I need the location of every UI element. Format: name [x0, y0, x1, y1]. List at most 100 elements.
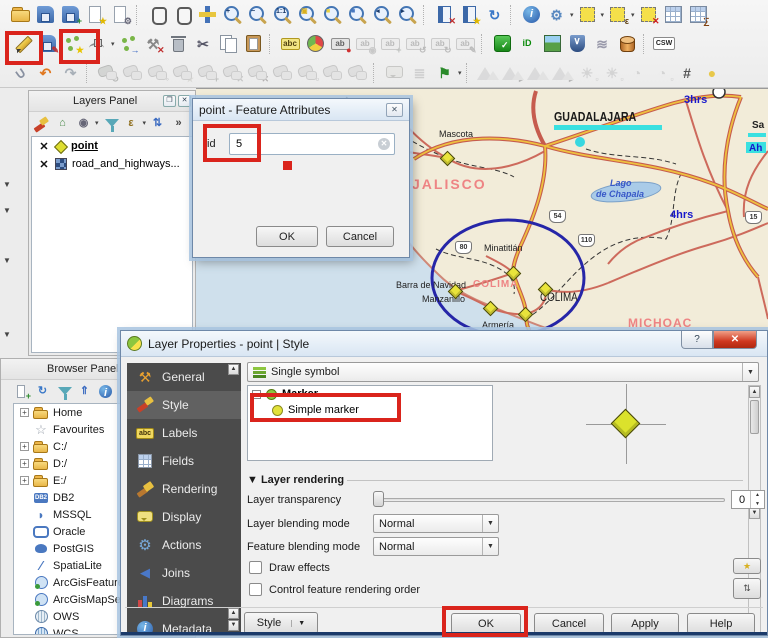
- pin-labels-button[interactable]: ●: [329, 32, 352, 55]
- collapse-all-icon[interactable]: ⇑: [75, 382, 94, 401]
- sidebar-scroll-up2-icon[interactable]: ▲: [228, 608, 239, 619]
- apply-button[interactable]: Apply: [611, 613, 679, 634]
- sidebar-item-display[interactable]: Display: [127, 503, 241, 531]
- transparency-slider[interactable]: [373, 498, 725, 502]
- dropdown-caret-icon[interactable]: ▾: [631, 11, 635, 19]
- raster-plugin-button[interactable]: [541, 32, 564, 55]
- scroll-thumb[interactable]: [750, 400, 759, 434]
- dropdown-caret-icon[interactable]: ▾: [111, 40, 115, 48]
- panel-close-icon[interactable]: ✕: [178, 95, 191, 107]
- refresh-browser-icon[interactable]: ↻: [33, 382, 52, 401]
- plugin-button[interactable]: ✓: [491, 32, 514, 55]
- sidebar-item-style[interactable]: Style: [127, 391, 241, 419]
- flag-tool-button[interactable]: ⚑: [433, 61, 456, 84]
- save-project-as-button[interactable]: +: [59, 3, 82, 26]
- identify-features-button[interactable]: [520, 3, 543, 26]
- filter-legend-icon[interactable]: [101, 114, 120, 133]
- dock-arrow-icon[interactable]: ▼: [3, 206, 11, 215]
- help-button[interactable]: Help: [687, 613, 755, 634]
- zoom-to-selection-button[interactable]: ■: [321, 3, 344, 26]
- style-menu-button[interactable]: Style ▼: [244, 612, 318, 634]
- cancel-button[interactable]: Cancel: [534, 613, 604, 634]
- sidebar-item-rendering[interactable]: Rendering: [127, 475, 241, 503]
- zoom-native-button[interactable]: 1:1: [271, 3, 294, 26]
- manage-map-themes-icon[interactable]: ◉: [74, 114, 93, 133]
- layer-name[interactable]: point: [71, 140, 98, 152]
- open-attribute-table-button[interactable]: [662, 3, 685, 26]
- transparency-slider-handle[interactable]: [373, 491, 384, 507]
- spin-buttons[interactable]: ▲ ▼: [750, 491, 764, 508]
- tree-expander-icon[interactable]: +: [20, 442, 29, 451]
- zoom-out-button[interactable]: −: [246, 3, 269, 26]
- layers-upload-button[interactable]: ≋: [591, 32, 614, 55]
- layer-styling-icon[interactable]: [32, 114, 51, 133]
- tree-expander-icon[interactable]: +: [20, 459, 29, 468]
- feature-ok-button[interactable]: OK: [256, 226, 318, 247]
- zoom-full-button[interactable]: ▣: [296, 3, 319, 26]
- redo-button[interactable]: ↷: [59, 61, 82, 84]
- draw-effects-checkbox[interactable]: [249, 561, 262, 574]
- layer-name[interactable]: road_and_highways...: [72, 158, 180, 170]
- sidebar-item-general[interactable]: General: [127, 363, 241, 391]
- add-selected-layers-icon[interactable]: +: [12, 382, 31, 401]
- clear-field-icon[interactable]: ✕: [378, 138, 390, 150]
- scroll-up-icon[interactable]: ▲: [749, 386, 760, 398]
- copy-features-button[interactable]: [217, 32, 240, 55]
- add-group-icon[interactable]: ⌂: [53, 114, 72, 133]
- dropdown-caret-icon[interactable]: ▾: [570, 11, 574, 19]
- cut-features-button[interactable]: ✂: [192, 32, 215, 55]
- layer-checkbox[interactable]: ✕: [38, 158, 50, 171]
- dropdown-caret-icon[interactable]: ▾: [95, 119, 99, 127]
- zoom-to-layer-button[interactable]: ■: [346, 3, 369, 26]
- show-bookmarks-button[interactable]: ✕: [433, 3, 456, 26]
- new-print-composer-button[interactable]: ★: [84, 3, 107, 26]
- sidebar-item-joins[interactable]: Joins: [127, 559, 241, 587]
- layer-rendering-header[interactable]: ▼ Layer rendering: [247, 474, 344, 486]
- field-calculator-button[interactable]: ∑: [687, 3, 710, 26]
- sidebar-item-diagrams[interactable]: Diagrams: [127, 587, 241, 615]
- zoom-next-button[interactable]: ▸: [396, 3, 419, 26]
- select-by-expression-button[interactable]: ε: [606, 3, 629, 26]
- run-feature-action-button[interactable]: ⚙: [545, 3, 568, 26]
- layer-row-point[interactable]: ✕ point: [32, 137, 192, 155]
- tree-expander-icon[interactable]: +: [20, 476, 29, 485]
- zoom-in-button[interactable]: +: [221, 3, 244, 26]
- dropdown-caret-icon[interactable]: ▾: [143, 119, 147, 127]
- filter-browser-icon[interactable]: [54, 382, 73, 401]
- shield-plugin-button[interactable]: [566, 32, 589, 55]
- effects-options-button[interactable]: ★: [733, 558, 761, 574]
- feature-dialog-titlebar[interactable]: point - Feature Attributes ✕: [193, 99, 409, 121]
- grid-tool-button[interactable]: #: [676, 61, 699, 84]
- filter-by-expression-icon[interactable]: ε: [122, 114, 141, 133]
- sidebar-item-labels[interactable]: Labels: [127, 419, 241, 447]
- transparency-spinbox[interactable]: 0 ▲ ▼: [731, 490, 765, 509]
- touch-zoom-button[interactable]: [146, 3, 169, 26]
- properties-dialog-titlebar[interactable]: Layer Properties - point | Style: [121, 331, 767, 357]
- refresh-map-button[interactable]: ↻: [483, 3, 506, 26]
- delete-selected-button[interactable]: [167, 32, 190, 55]
- metasearch-csw-button[interactable]: CSW: [652, 32, 676, 55]
- sidebar-item-actions[interactable]: Actions: [127, 531, 241, 559]
- paste-features-button[interactable]: [242, 32, 265, 55]
- sidebar-scroll-down-icon[interactable]: ▼: [228, 620, 239, 631]
- rotate-feature-button[interactable]: ⚒ ✕: [142, 32, 165, 55]
- layer-checkbox[interactable]: ✕: [38, 140, 50, 153]
- tree-expander-icon[interactable]: +: [20, 408, 29, 417]
- new-bookmark-button[interactable]: ★: [458, 3, 481, 26]
- select-features-button[interactable]: [576, 3, 599, 26]
- zoom-last-button[interactable]: ◂: [371, 3, 394, 26]
- save-project-button[interactable]: [34, 3, 57, 26]
- close-window-button[interactable]: ✕: [713, 331, 757, 349]
- deselect-features-button[interactable]: ✕: [637, 3, 660, 26]
- pan-to-selection-button[interactable]: [196, 3, 219, 26]
- dialog-close-icon[interactable]: ✕: [386, 102, 403, 117]
- panel-float-icon[interactable]: ❐: [163, 95, 176, 107]
- pan-map-button[interactable]: [171, 3, 194, 26]
- sidebar-scroll-up-icon[interactable]: ▲: [228, 364, 239, 375]
- help-window-button[interactable]: ?: [681, 331, 713, 349]
- rendering-order-button[interactable]: ⇅: [733, 578, 761, 599]
- label-settings-button[interactable]: [279, 32, 302, 55]
- move-feature-button[interactable]: →: [117, 32, 140, 55]
- db-manager-button[interactable]: [616, 32, 639, 55]
- composer-manager-button[interactable]: ⚙: [109, 3, 132, 26]
